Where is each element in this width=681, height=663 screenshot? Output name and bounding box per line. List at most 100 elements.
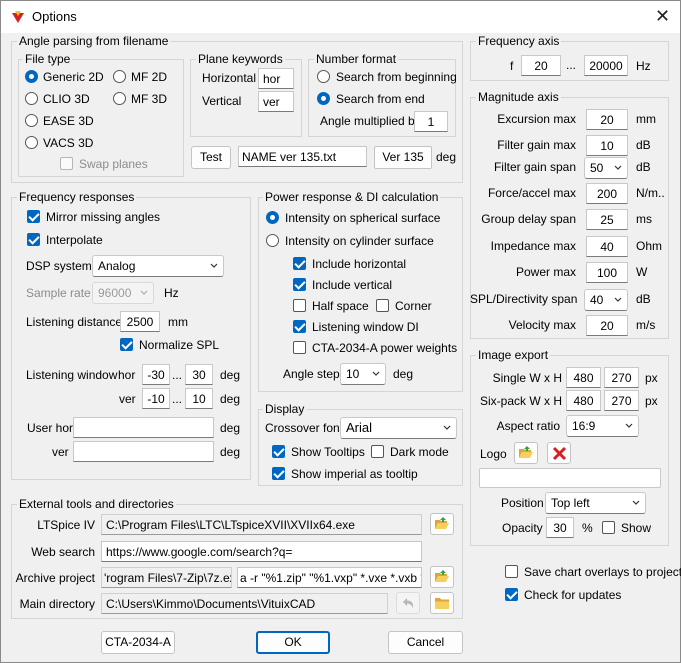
- spl-directivity-span-select[interactable]: 40: [584, 289, 628, 311]
- logo-clear-button[interactable]: [547, 442, 571, 464]
- lw-ver-max-input[interactable]: 10: [185, 388, 213, 409]
- radio-cylinder[interactable]: [266, 234, 279, 247]
- archive-browse-button[interactable]: [430, 566, 454, 588]
- option-generic-2d: Generic 2D: [43, 70, 104, 84]
- angle-step-value: 10: [346, 367, 360, 381]
- swap-planes-checkbox[interactable]: [60, 157, 73, 170]
- sixpack-height-input[interactable]: 270: [604, 390, 639, 411]
- save-overlays-checkbox[interactable]: [505, 565, 518, 578]
- freq-min-input[interactable]: 20: [521, 55, 561, 76]
- radio-search-beginning[interactable]: [317, 70, 330, 83]
- lw-ver-dots: ...: [172, 392, 183, 406]
- spl-directivity-span-value: 40: [590, 293, 604, 307]
- close-icon[interactable]: ✕: [655, 7, 670, 25]
- show-imperial-checkbox[interactable]: [272, 467, 285, 480]
- listening-distance-input[interactable]: 2500: [120, 311, 160, 332]
- velocity-max-input[interactable]: 20: [586, 315, 628, 336]
- web-search-input[interactable]: https://www.google.com/search?q=: [101, 541, 422, 562]
- user-hor-input[interactable]: [73, 417, 214, 438]
- radio-generic-2d[interactable]: [25, 70, 38, 83]
- test-button[interactable]: Test: [191, 146, 231, 169]
- impedance-max-input[interactable]: 40: [586, 236, 628, 257]
- include-vertical-checkbox[interactable]: [293, 278, 306, 291]
- sixpack-px-unit: px: [645, 394, 658, 408]
- undo-arrow-icon: [403, 598, 414, 608]
- plane-keywords-label: Plane keywords: [196, 52, 285, 66]
- folder-icon: [435, 598, 449, 609]
- user-ver-input[interactable]: [73, 441, 214, 462]
- listening-window-di-checkbox[interactable]: [293, 320, 306, 333]
- force-accel-max-label: Force/accel max: [487, 186, 576, 200]
- excursion-max-unit: mm: [636, 112, 656, 126]
- ltspice-browse-button[interactable]: [430, 513, 454, 535]
- ltspice-path-input[interactable]: C:\Program Files\LTC\LTspiceXVII\XVIIx64…: [101, 514, 422, 535]
- archive-args-input[interactable]: a -r "%1.zip" "%1.vxp" *.vxe *.vxb *.vx: [237, 567, 422, 588]
- show-logo-checkbox[interactable]: [602, 521, 615, 534]
- radio-mf-3d[interactable]: [113, 92, 126, 105]
- chevron-down-icon: [614, 297, 622, 302]
- listening-distance-label: Listening distance: [26, 315, 123, 329]
- crossover-font-value: Arial: [346, 420, 373, 435]
- interpolate-checkbox[interactable]: [27, 233, 40, 246]
- lw-hor-min-input[interactable]: -30: [142, 364, 170, 385]
- logo-position-select[interactable]: Top left: [545, 492, 646, 514]
- aspect-ratio-select[interactable]: 16:9: [566, 415, 639, 437]
- corner-checkbox[interactable]: [376, 299, 389, 312]
- sample-rate-select[interactable]: 96000: [92, 282, 154, 304]
- radio-search-end[interactable]: [317, 92, 330, 105]
- angle-multiplier-input[interactable]: 1: [414, 111, 448, 132]
- main-directory-label: Main directory: [19, 597, 95, 611]
- cta-2034-button[interactable]: CTA-2034-A: [101, 631, 175, 654]
- cancel-button[interactable]: Cancel: [388, 631, 463, 654]
- vertical-label: Vertical: [202, 94, 242, 108]
- ok-button[interactable]: OK: [256, 631, 330, 654]
- excursion-max-label: Excursion max: [497, 112, 576, 126]
- freq-max-input[interactable]: 20000: [584, 55, 628, 76]
- crossover-font-select[interactable]: Arial: [340, 417, 457, 439]
- radio-clio-3d[interactable]: [25, 92, 38, 105]
- archive-exe-input[interactable]: 'rogram Files\7-Zip\7z.exe: [101, 567, 232, 588]
- normalize-spl-checkbox[interactable]: [120, 338, 133, 351]
- radio-vacs-3d[interactable]: [25, 136, 38, 149]
- undo-button[interactable]: [396, 592, 420, 614]
- mirror-angles-checkbox[interactable]: [27, 210, 40, 223]
- check-updates-checkbox[interactable]: [505, 588, 518, 601]
- dark-mode-label: Dark mode: [390, 445, 449, 459]
- group-delay-span-unit: ms: [636, 212, 652, 226]
- group-delay-span-input[interactable]: 25: [586, 209, 628, 230]
- angle-step-select[interactable]: 10: [340, 363, 386, 385]
- include-horizontal-checkbox[interactable]: [293, 257, 306, 270]
- option-clio-3d: CLIO 3D: [43, 92, 90, 106]
- radio-ease-3d[interactable]: [25, 114, 38, 127]
- opacity-input[interactable]: 30: [546, 517, 574, 538]
- half-space-checkbox[interactable]: [293, 299, 306, 312]
- single-height-input[interactable]: 270: [604, 367, 639, 388]
- test-filename-input[interactable]: NAME ver 135.txt: [238, 146, 367, 167]
- dsp-system-select[interactable]: Analog: [92, 255, 224, 277]
- logo-position-value: Top left: [551, 496, 590, 510]
- filter-gain-max-input[interactable]: 10: [586, 135, 628, 156]
- sixpack-width-input[interactable]: 480: [566, 390, 601, 411]
- logo-open-button[interactable]: [514, 442, 538, 464]
- single-px-unit: px: [645, 371, 658, 385]
- power-max-input[interactable]: 100: [586, 262, 628, 283]
- lw-ver-min-input[interactable]: -10: [142, 388, 170, 409]
- radio-spherical[interactable]: [266, 211, 279, 224]
- lw-hor-max-input[interactable]: 30: [185, 364, 213, 385]
- title-bar: Options ✕: [1, 1, 680, 33]
- main-directory-browse-button[interactable]: [430, 592, 454, 614]
- cta-power-weights-checkbox[interactable]: [293, 341, 306, 354]
- filter-gain-span-select[interactable]: 50: [584, 157, 628, 179]
- vertical-keyword-input[interactable]: ver: [258, 91, 294, 112]
- excursion-max-input[interactable]: 20: [586, 109, 628, 130]
- dark-mode-checkbox[interactable]: [371, 445, 384, 458]
- half-space-label: Half space: [312, 299, 369, 313]
- radio-mf-2d[interactable]: [113, 70, 126, 83]
- main-directory-input[interactable]: C:\Users\Kimmo\Documents\VituixCAD: [101, 593, 388, 614]
- show-tooltips-checkbox[interactable]: [272, 445, 285, 458]
- horizontal-keyword-input[interactable]: hor: [258, 68, 294, 89]
- chevron-down-icon: [372, 371, 380, 376]
- single-width-input[interactable]: 480: [566, 367, 601, 388]
- force-accel-max-input[interactable]: 200: [586, 183, 628, 204]
- user-ver-label: ver: [52, 445, 69, 459]
